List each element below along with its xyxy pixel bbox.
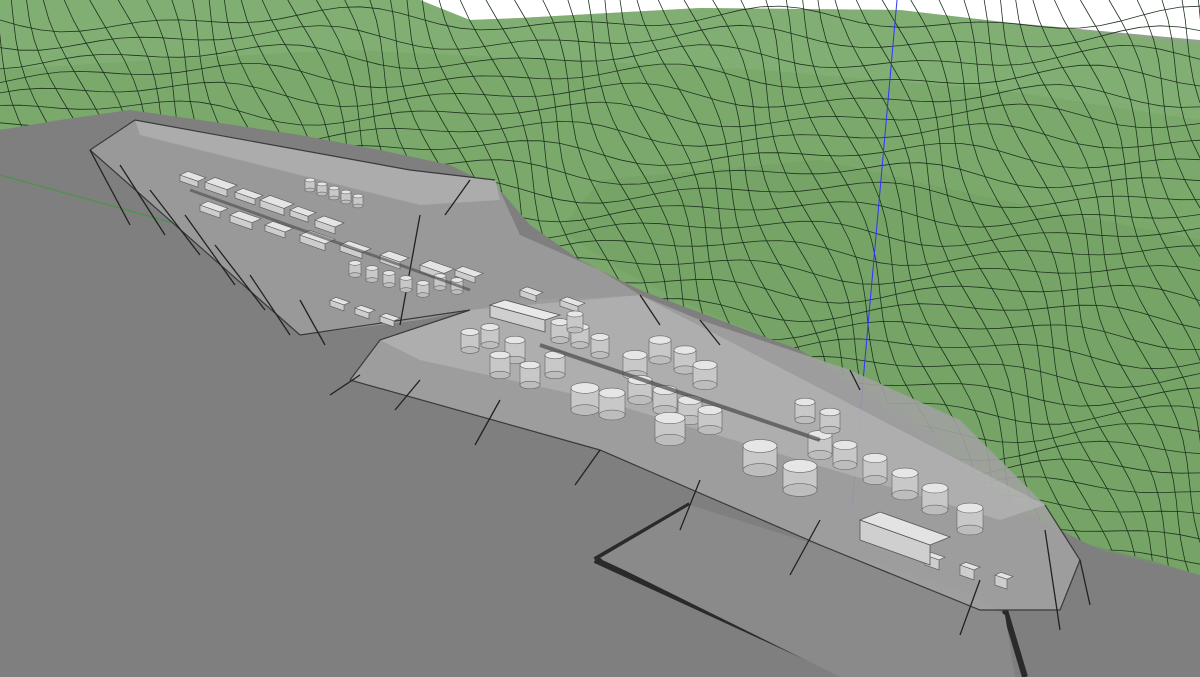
storage-tank-top xyxy=(480,323,500,331)
storage-tank-top xyxy=(891,467,919,479)
storage-tank-top xyxy=(598,387,626,399)
storage-tank-base xyxy=(921,504,949,516)
storage-tank-top xyxy=(416,280,430,286)
storage-tank-base xyxy=(304,187,316,193)
storage-tank-top xyxy=(921,482,949,494)
storage-tank-top xyxy=(832,440,858,450)
storage-tank-base xyxy=(627,395,653,405)
storage-tank-top xyxy=(489,350,511,360)
storage-tank-base xyxy=(891,489,919,501)
storage-tank-top xyxy=(648,335,672,345)
storage-tank-top xyxy=(504,335,526,345)
storage-tank-base xyxy=(956,524,984,536)
storage-tank-base xyxy=(807,450,833,460)
storage-tank-base xyxy=(648,355,672,365)
storage-tank-base xyxy=(519,380,541,390)
storage-tank-base xyxy=(365,277,379,283)
scene-canvas[interactable] xyxy=(0,0,1200,677)
storage-tank-top xyxy=(673,345,697,355)
storage-tank-base xyxy=(460,346,480,354)
storage-tank-base xyxy=(550,336,570,344)
storage-tank-top xyxy=(352,193,364,199)
storage-tank-top xyxy=(782,459,818,473)
storage-tank-top xyxy=(566,310,584,318)
storage-tank-base xyxy=(590,351,610,359)
storage-tank-top xyxy=(654,411,686,424)
storage-tank-top xyxy=(316,181,328,187)
storage-tank-top xyxy=(794,397,816,407)
storage-tank-top xyxy=(742,439,778,453)
storage-tank-base xyxy=(794,415,816,425)
storage-tank-base xyxy=(480,341,500,349)
storage-tank-top xyxy=(460,328,480,336)
storage-tank-base xyxy=(433,285,447,291)
storage-tank-base xyxy=(819,425,841,435)
storage-tank-base xyxy=(654,433,686,446)
storage-tank-base xyxy=(692,380,718,390)
storage-tank-base xyxy=(862,475,888,485)
storage-tank-top xyxy=(340,189,352,195)
storage-tank-base xyxy=(352,203,364,209)
storage-tank-top xyxy=(399,275,413,281)
storage-tank-top xyxy=(304,177,316,183)
storage-tank-base xyxy=(489,370,511,380)
storage-tank-base xyxy=(782,483,818,497)
storage-tank-base xyxy=(832,460,858,470)
storage-tank-base xyxy=(566,326,584,334)
storage-tank-top xyxy=(862,453,888,463)
storage-tank-base xyxy=(450,289,464,295)
storage-tank-base xyxy=(598,409,626,421)
storage-tank-top xyxy=(590,333,610,341)
storage-tank-top xyxy=(382,270,396,276)
storage-tank-top xyxy=(328,185,340,191)
storage-tank-top xyxy=(365,265,379,271)
storage-tank-base xyxy=(570,404,600,416)
storage-tank-top xyxy=(819,407,841,417)
storage-tank-base xyxy=(697,425,723,435)
storage-tank-top xyxy=(450,277,464,283)
storage-tank-base xyxy=(544,370,566,380)
storage-tank-base xyxy=(316,191,328,197)
storage-tank-base xyxy=(399,287,413,293)
storage-tank-top xyxy=(570,382,600,394)
storage-tank-base xyxy=(328,195,340,201)
storage-tank-top xyxy=(692,360,718,370)
storage-tank-top xyxy=(956,502,984,514)
storage-tank-top xyxy=(622,350,648,360)
storage-tank-top xyxy=(348,260,362,266)
storage-tank-base xyxy=(340,199,352,205)
storage-tank-top xyxy=(519,360,541,370)
storage-tank-base xyxy=(742,463,778,477)
storage-tank-base xyxy=(416,292,430,298)
storage-tank-base xyxy=(382,282,396,288)
3d-viewport[interactable] xyxy=(0,0,1200,677)
storage-tank-base xyxy=(348,272,362,278)
storage-tank-top xyxy=(550,318,570,326)
storage-tank-base xyxy=(570,341,590,349)
